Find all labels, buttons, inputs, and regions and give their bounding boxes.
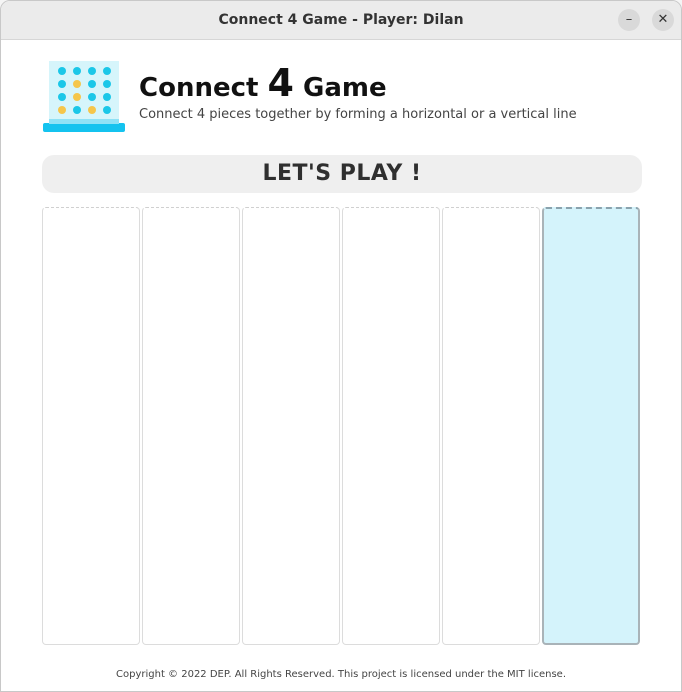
- connect-four-grid-icon: [43, 61, 125, 132]
- footer-copyright: Copyright © 2022 DEP. All Rights Reserve…: [116, 669, 566, 680]
- logo-piece: [73, 67, 81, 75]
- status-banner: LET'S PLAY !: [42, 155, 642, 193]
- logo-piece: [73, 80, 81, 88]
- logo-piece: [58, 80, 66, 88]
- logo-piece: [88, 106, 96, 114]
- logo-piece: [58, 67, 66, 75]
- logo-piece: [73, 93, 81, 101]
- logo-piece: [88, 80, 96, 88]
- app-window: Connect 4 Game - Player: Dilan – ✕ Conne…: [0, 0, 682, 692]
- board-column-1[interactable]: [42, 207, 140, 645]
- logo-piece: [58, 93, 66, 101]
- board-column-5[interactable]: [442, 207, 540, 645]
- board-column-2[interactable]: [142, 207, 240, 645]
- window-title: Connect 4 Game - Player: Dilan: [218, 12, 464, 28]
- logo-piece: [103, 93, 111, 101]
- logo-piece: [103, 80, 111, 88]
- logo-piece: [73, 106, 81, 114]
- title-number: 4: [267, 61, 294, 105]
- title-suffix: Game: [303, 73, 387, 103]
- board-column-3[interactable]: [242, 207, 340, 645]
- close-button[interactable]: ✕: [652, 9, 674, 31]
- minimize-button[interactable]: –: [618, 9, 640, 31]
- title-prefix: Connect: [139, 73, 259, 103]
- page-title: Connect 4 Game: [139, 61, 387, 109]
- logo-piece: [88, 67, 96, 75]
- game-board: [42, 207, 642, 647]
- logo-piece: [88, 93, 96, 101]
- logo-piece: [58, 106, 66, 114]
- page-subtitle: Connect 4 pieces together by forming a h…: [139, 107, 577, 122]
- board-column-4[interactable]: [342, 207, 440, 645]
- logo-piece: [103, 106, 111, 114]
- title-bar[interactable]: Connect 4 Game - Player: Dilan – ✕: [1, 1, 681, 40]
- logo-piece: [103, 67, 111, 75]
- board-column-6[interactable]: [542, 207, 640, 645]
